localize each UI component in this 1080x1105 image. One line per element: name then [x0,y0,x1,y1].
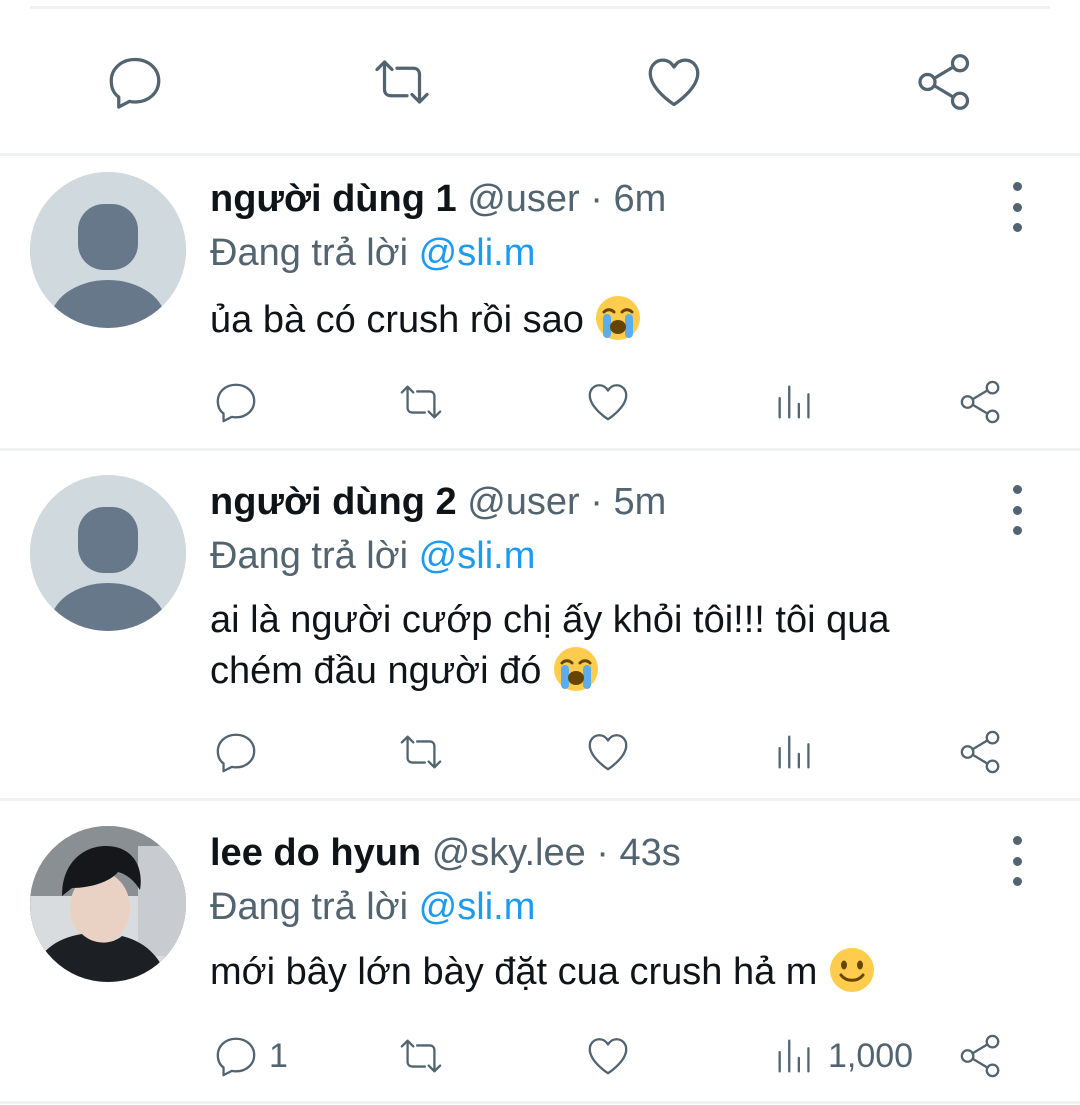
heart-icon [588,1038,628,1075]
tweet-text: mới bây lớn bày đặt cua crush hả m [210,946,1030,997]
retweet-button[interactable] [398,372,444,432]
retweet-icon [400,1039,442,1073]
retweet-icon [400,735,442,769]
timestamp[interactable]: 43s [620,832,681,874]
reply-tweet[interactable]: người dùng 1 @user · 6m Đang trả lời @sl… [0,172,1080,450]
display-name[interactable]: lee do hyun [210,832,421,874]
views-button[interactable]: 1,000 [772,1026,913,1086]
share-icon [960,1034,1000,1078]
default-avatar-icon [30,475,186,631]
comment-bubble-icon [216,1037,256,1077]
divider [0,153,1080,156]
more-vertical-icon [1012,485,1022,494]
retweet-icon [375,60,429,104]
reply-header: lee do hyun @sky.lee · 43s [210,826,681,880]
heart-icon [648,58,700,107]
divider [0,1101,1080,1104]
timestamp[interactable]: 5m [613,481,666,523]
comment-bubble-icon [216,733,256,773]
avatar[interactable] [30,826,186,982]
avatar[interactable] [30,172,186,328]
default-avatar-icon [30,172,186,328]
replying-to: Đang trả lời @sli.m [210,886,536,928]
share-icon [918,54,970,110]
like-button[interactable] [585,722,631,782]
views-button[interactable] [772,372,828,432]
reply-tweet[interactable]: người dùng 2 @user · 5m Đang trả lời @sl… [0,475,1080,800]
share-icon [960,730,1000,774]
tweet-text: ủa bà có crush rồi sao [210,294,1030,345]
like-button[interactable] [585,1026,631,1086]
slightly-smiling-face-icon [830,948,875,992]
comment-bubble-icon [109,57,161,109]
comment-bubble-icon [216,383,256,423]
reply-button[interactable] [213,372,269,432]
tweet-text: ai là người cướp chị ấy khỏi tôi!!! tôi … [210,599,890,692]
separator-dot: · [590,178,603,220]
main-tweet-actions [0,30,1080,135]
more-vertical-icon [1012,836,1022,845]
bar-chart-icon [778,735,810,769]
more-options-button[interactable] [1002,182,1032,232]
user-photo-avatar [30,826,186,982]
mention-link[interactable]: @sli.m [419,232,536,274]
mention-link[interactable]: @sli.m [419,886,536,928]
reply-button[interactable] [213,722,269,782]
share-button[interactable] [958,722,1004,782]
username[interactable]: @sky.lee [432,832,586,874]
loudly-crying-face-icon [596,296,641,340]
reply-header: người dùng 2 @user · 5m [210,475,666,529]
reply-actions [0,722,1080,782]
divider [0,448,1080,451]
avatar[interactable] [30,475,186,631]
more-options-button[interactable] [1002,485,1032,535]
reply-actions: 1 1,000 [0,1026,1080,1086]
retweet-icon [400,385,442,419]
display-name[interactable]: người dùng 1 [210,178,457,220]
mention-link[interactable]: @sli.m [419,535,536,577]
views-button[interactable] [772,722,828,782]
more-options-button[interactable] [1002,836,1032,886]
top-divider [30,6,1050,9]
retweet-button[interactable] [398,1026,444,1086]
reply-button[interactable]: 1 [213,1026,288,1086]
like-button[interactable] [642,50,706,114]
reply-tweet[interactable]: lee do hyun @sky.lee · 43s Đang trả lời … [0,826,1080,1105]
view-count: 1,000 [828,1036,914,1075]
loudly-crying-face-icon [553,647,598,691]
share-button[interactable] [958,1026,1004,1086]
like-button[interactable] [585,372,631,432]
share-icon [960,380,1000,424]
replying-to: Đang trả lời @sli.m [210,232,536,274]
display-name[interactable]: người dùng 2 [210,481,457,523]
share-button[interactable] [913,50,977,114]
divider [0,798,1080,801]
heart-icon [588,734,628,771]
separator-dot: · [590,481,603,523]
retweet-button[interactable] [398,722,444,782]
bar-chart-icon [778,385,810,419]
reply-count: 1 [269,1036,288,1075]
username[interactable]: @user [467,481,580,523]
retweet-button[interactable] [370,50,434,114]
reply-button[interactable] [103,50,167,114]
heart-icon [588,384,628,421]
share-button[interactable] [958,372,1004,432]
more-vertical-icon [1012,182,1022,191]
separator-dot: · [596,832,609,874]
timestamp[interactable]: 6m [613,178,666,220]
reply-actions [0,372,1080,432]
replying-to: Đang trả lời @sli.m [210,535,536,577]
username[interactable]: @user [467,178,580,220]
reply-header: người dùng 1 @user · 6m [210,172,666,226]
bar-chart-icon [778,1039,810,1073]
